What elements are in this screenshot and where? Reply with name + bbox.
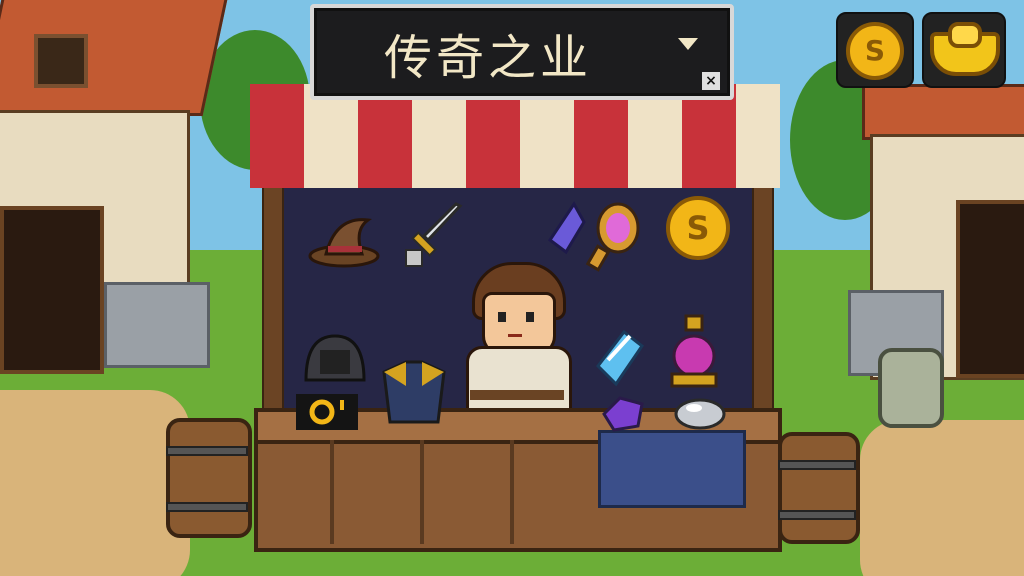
- counter-plank: [420, 440, 424, 544]
- barrel-hoop: [166, 502, 248, 512]
- game-title: 传奇之业: [384, 30, 593, 86]
- left-barrel[interactable]: [166, 418, 252, 538]
- house-door[interactable]: [956, 200, 1024, 378]
- chevron-down-icon[interactable]: [678, 38, 698, 50]
- barrel-hoop: [778, 460, 856, 470]
- shopkeeper-body[interactable]: [466, 346, 572, 416]
- gold-coin-icon: S: [846, 22, 904, 80]
- gold-coin-icon: S: [666, 196, 730, 260]
- wizard-hat-icon[interactable]: [306, 210, 382, 270]
- magic-mirror-icon[interactable]: [580, 200, 644, 272]
- title-dropdown[interactable]: 传奇之业 ×: [310, 4, 734, 100]
- barrel-hoop: [166, 446, 248, 456]
- stall-post: [752, 180, 774, 444]
- shopkeeper-mouth: [508, 334, 522, 337]
- shopkeeper-eye: [526, 312, 534, 322]
- awning-stripe: [736, 84, 780, 188]
- stone-base: [104, 282, 210, 368]
- shopkeeper-belt: [470, 390, 564, 400]
- house-window: [34, 34, 88, 88]
- game-scene: S 传奇之业 × S: [0, 0, 1024, 576]
- awning-stripe: [250, 84, 304, 188]
- shopkeeper-eye: [498, 312, 506, 322]
- stall-post: [262, 180, 284, 444]
- blue-crystal-icon[interactable]: [588, 326, 648, 392]
- close-icon[interactable]: ×: [702, 72, 720, 90]
- barrel-hoop: [778, 510, 856, 520]
- silver-stone-icon[interactable]: [672, 392, 728, 432]
- gold-coin-button[interactable]: S: [836, 12, 914, 88]
- pink-potion-icon[interactable]: [666, 312, 722, 390]
- dirt-path: [860, 420, 1024, 576]
- iron-helmet-icon[interactable]: [300, 330, 370, 390]
- gold-ring-icon[interactable]: [296, 394, 358, 430]
- counter-plank: [330, 440, 334, 544]
- sword-icon[interactable]: [398, 200, 468, 272]
- armor-chestplate-icon[interactable]: [376, 356, 452, 432]
- house-door[interactable]: [0, 206, 104, 374]
- house-roof: [862, 84, 1024, 140]
- gold-ingot-icon: [930, 22, 1000, 76]
- blue-cloth: [598, 430, 746, 508]
- dirt-path: [0, 390, 190, 576]
- purple-gem-icon[interactable]: [598, 394, 648, 434]
- gold-coin-icon[interactable]: S: [660, 188, 736, 264]
- counter-plank: [510, 440, 514, 544]
- stone-jar: [878, 348, 944, 428]
- right-barrel[interactable]: [778, 432, 860, 544]
- gold-ingot-button[interactable]: [922, 12, 1006, 88]
